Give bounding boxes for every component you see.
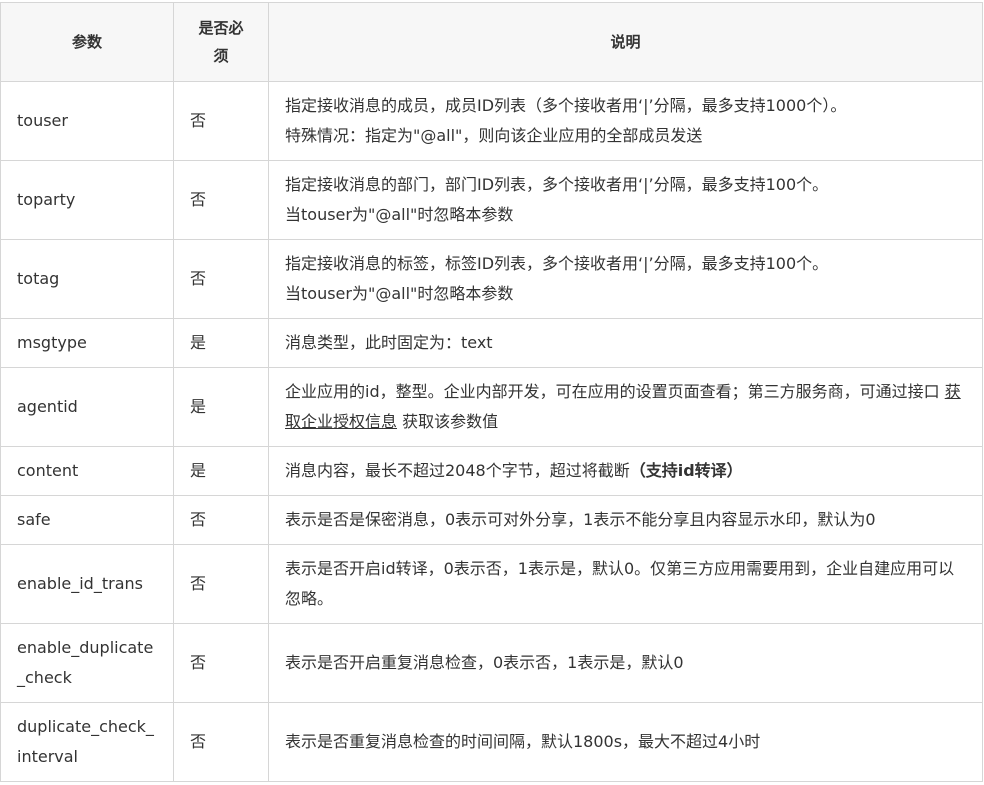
param-description: 指定接收消息的标签，标签ID列表，多个接收者用‘|’分隔，最多支持100个。 当… (268, 239, 983, 319)
description-line: 指定接收消息的标签，标签ID列表，多个接收者用‘|’分隔，最多支持100个。 (285, 254, 829, 273)
param-required: 否 (173, 544, 269, 624)
param-name: msgtype (0, 318, 174, 368)
table-row: msgtype 是 消息类型，此时固定为：text (0, 318, 983, 368)
param-name: toparty (0, 160, 174, 240)
header-required: 是否必须 (173, 2, 269, 82)
table-row: totag 否 指定接收消息的标签，标签ID列表，多个接收者用‘|’分隔，最多支… (0, 239, 983, 319)
param-required: 否 (173, 239, 269, 319)
table-row: enable_id_trans 否 表示是否开启id转译，0表示否，1表示是，默… (0, 544, 983, 624)
table-row: safe 否 表示是否是保密消息，0表示可对外分享，1表示不能分享且内容显示水印… (0, 495, 983, 545)
param-name: safe (0, 495, 174, 545)
parameter-table: 参数 是否必须 说明 touser 否 指定接收消息的成员，成员ID列表（多个接… (0, 2, 983, 782)
param-description: 表示是否是保密消息，0表示可对外分享，1表示不能分享且内容显示水印，默认为0 (268, 495, 983, 545)
param-description: 消息类型，此时固定为：text (268, 318, 983, 368)
description-line: 当touser为"@all"时忽略本参数 (285, 205, 514, 224)
table-row: toparty 否 指定接收消息的部门，部门ID列表，多个接收者用‘|’分隔，最… (0, 160, 983, 240)
param-name: duplicate_check_interval (0, 702, 174, 782)
table-header-row: 参数 是否必须 说明 (0, 2, 983, 82)
param-name: content (0, 446, 174, 496)
param-name: touser (0, 81, 174, 161)
param-required: 是 (173, 446, 269, 496)
param-description: 指定接收消息的部门，部门ID列表，多个接收者用‘|’分隔，最多支持100个。 当… (268, 160, 983, 240)
description-text: 获取该参数值 (397, 412, 499, 431)
param-required: 是 (173, 318, 269, 368)
description-line: 特殊情况：指定为"@all"，则向该企业应用的全部成员发送 (285, 126, 703, 145)
param-required: 否 (173, 623, 269, 703)
param-name: enable_duplicate_check (0, 623, 174, 703)
description-text: 企业应用的id，整型。企业内部开发，可在应用的设置页面查看；第三方服务商，可通过… (285, 382, 945, 401)
description-line: 指定接收消息的成员，成员ID列表（多个接收者用‘|’分隔，最多支持1000个）。 (285, 96, 847, 115)
param-description: 消息内容，最长不超过2048个字节，超过将截断（支持id转译） (268, 446, 983, 496)
param-description: 企业应用的id，整型。企业内部开发，可在应用的设置页面查看；第三方服务商，可通过… (268, 367, 983, 447)
param-required: 是 (173, 367, 269, 447)
table-row: touser 否 指定接收消息的成员，成员ID列表（多个接收者用‘|’分隔，最多… (0, 81, 983, 161)
param-required: 否 (173, 81, 269, 161)
description-line: 指定接收消息的部门，部门ID列表，多个接收者用‘|’分隔，最多支持100个。 (285, 175, 829, 194)
param-name: agentid (0, 367, 174, 447)
param-required: 否 (173, 495, 269, 545)
param-required: 否 (173, 160, 269, 240)
table-row: agentid 是 企业应用的id，整型。企业内部开发，可在应用的设置页面查看；… (0, 367, 983, 447)
table-row: duplicate_check_interval 否 表示是否重复消息检查的时间… (0, 702, 983, 782)
param-name: totag (0, 239, 174, 319)
param-description: 指定接收消息的成员，成员ID列表（多个接收者用‘|’分隔，最多支持1000个）。… (268, 81, 983, 161)
header-description: 说明 (268, 2, 983, 82)
param-name: enable_id_trans (0, 544, 174, 624)
description-text: 消息内容，最长不超过2048个字节，超过将截断 (285, 461, 630, 480)
param-description: 表示是否开启id转译，0表示否，1表示是，默认0。仅第三方应用需要用到，企业自建… (268, 544, 983, 624)
param-description: 表示是否开启重复消息检查，0表示否，1表示是，默认0 (268, 623, 983, 703)
param-required: 否 (173, 702, 269, 782)
table-row: content 是 消息内容，最长不超过2048个字节，超过将截断（支持id转译… (0, 446, 983, 496)
description-line: 当touser为"@all"时忽略本参数 (285, 284, 514, 303)
header-param: 参数 (0, 2, 174, 82)
id-trans-note: （支持id转译） (629, 461, 743, 480)
param-description: 表示是否重复消息检查的时间间隔，默认1800s，最大不超过4小时 (268, 702, 983, 782)
table-row: enable_duplicate_check 否 表示是否开启重复消息检查，0表… (0, 623, 983, 703)
